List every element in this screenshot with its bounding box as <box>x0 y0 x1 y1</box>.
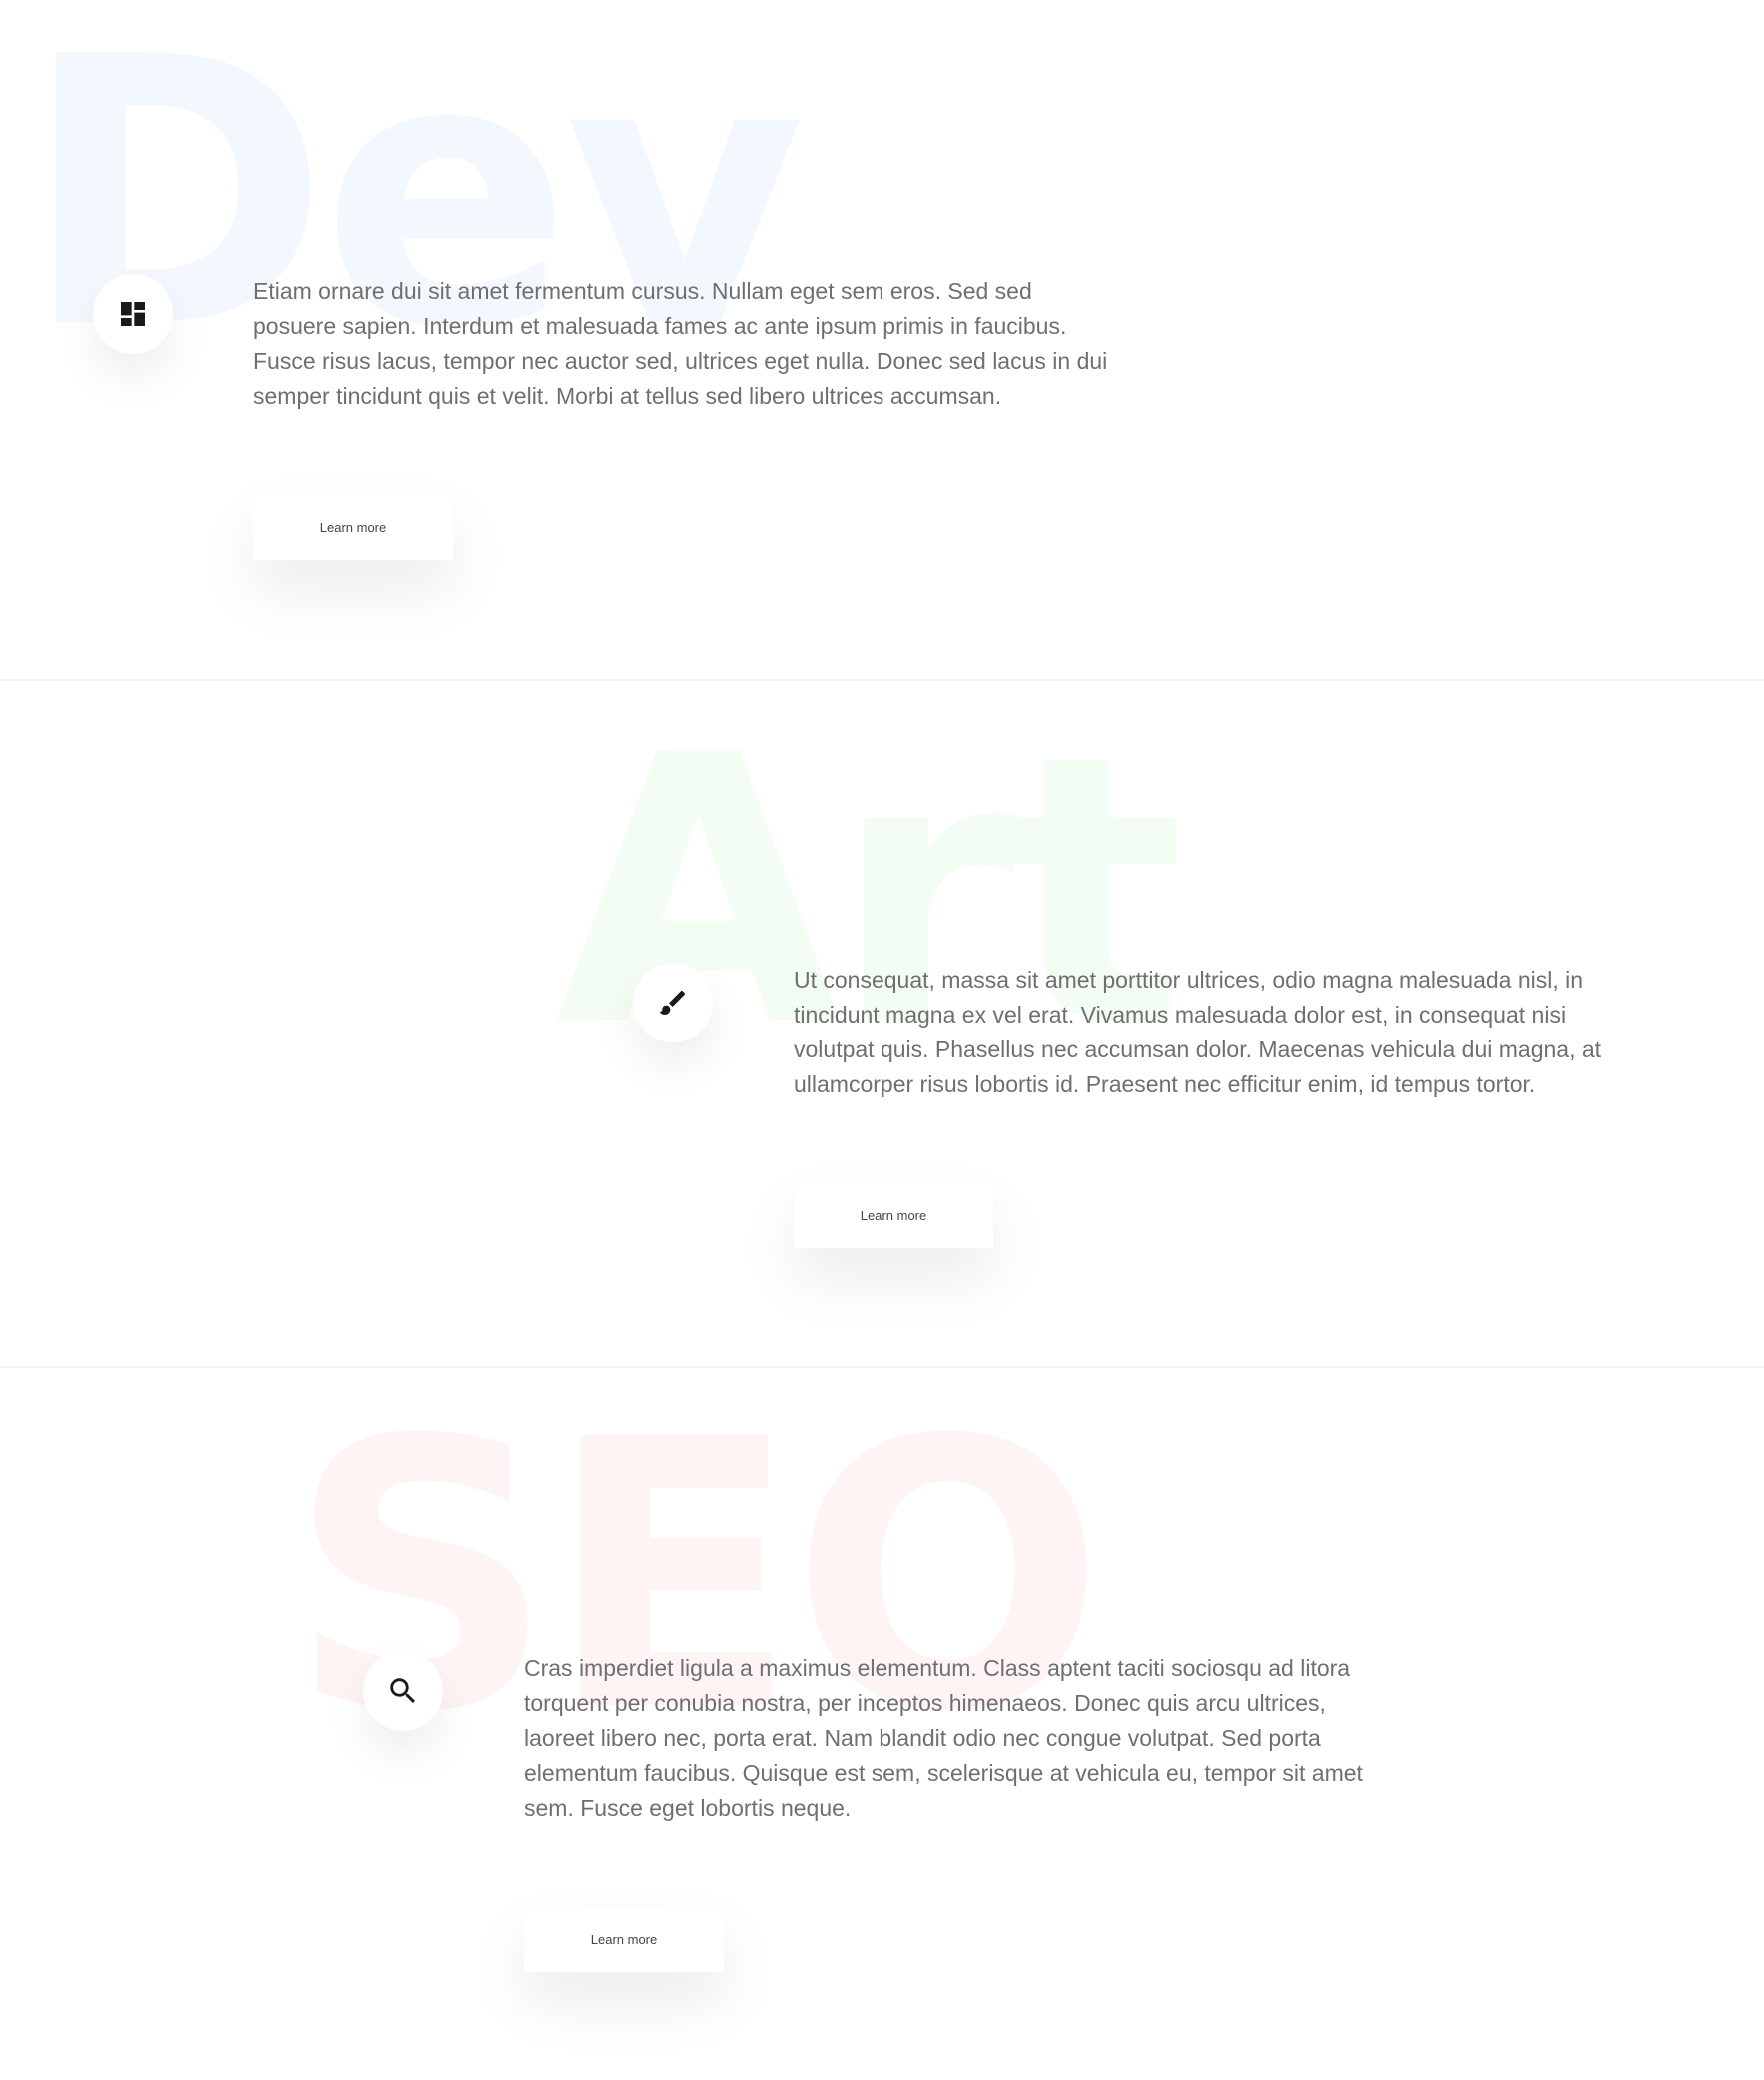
section-dev-description: Etiam ornare dui sit amet fermentum curs… <box>253 278 1108 409</box>
section-divider <box>0 679 1764 681</box>
section-dev: Dev Etiam ornare dui sit amet fermentum … <box>0 0 1764 687</box>
section-seo-description: Cras imperdiet ligula a maximus elementu… <box>524 1655 1363 1821</box>
paint-brush-icon <box>633 963 713 1042</box>
dashboard-icon <box>93 274 173 354</box>
learn-more-button-seo[interactable]: Learn more <box>524 1906 724 1972</box>
search-icon <box>363 1651 443 1731</box>
learn-more-button-dev[interactable]: Learn more <box>253 494 453 560</box>
section-art: Art Ut consequat, massa sit amet porttit… <box>0 688 1764 1374</box>
section-seo: SEO Cras imperdiet ligula a maximus elem… <box>0 1375 1764 2062</box>
section-divider <box>0 1366 1764 1368</box>
section-art-description: Ut consequat, massa sit amet porttitor u… <box>794 967 1602 1097</box>
learn-more-button-art[interactable]: Learn more <box>794 1182 993 1248</box>
